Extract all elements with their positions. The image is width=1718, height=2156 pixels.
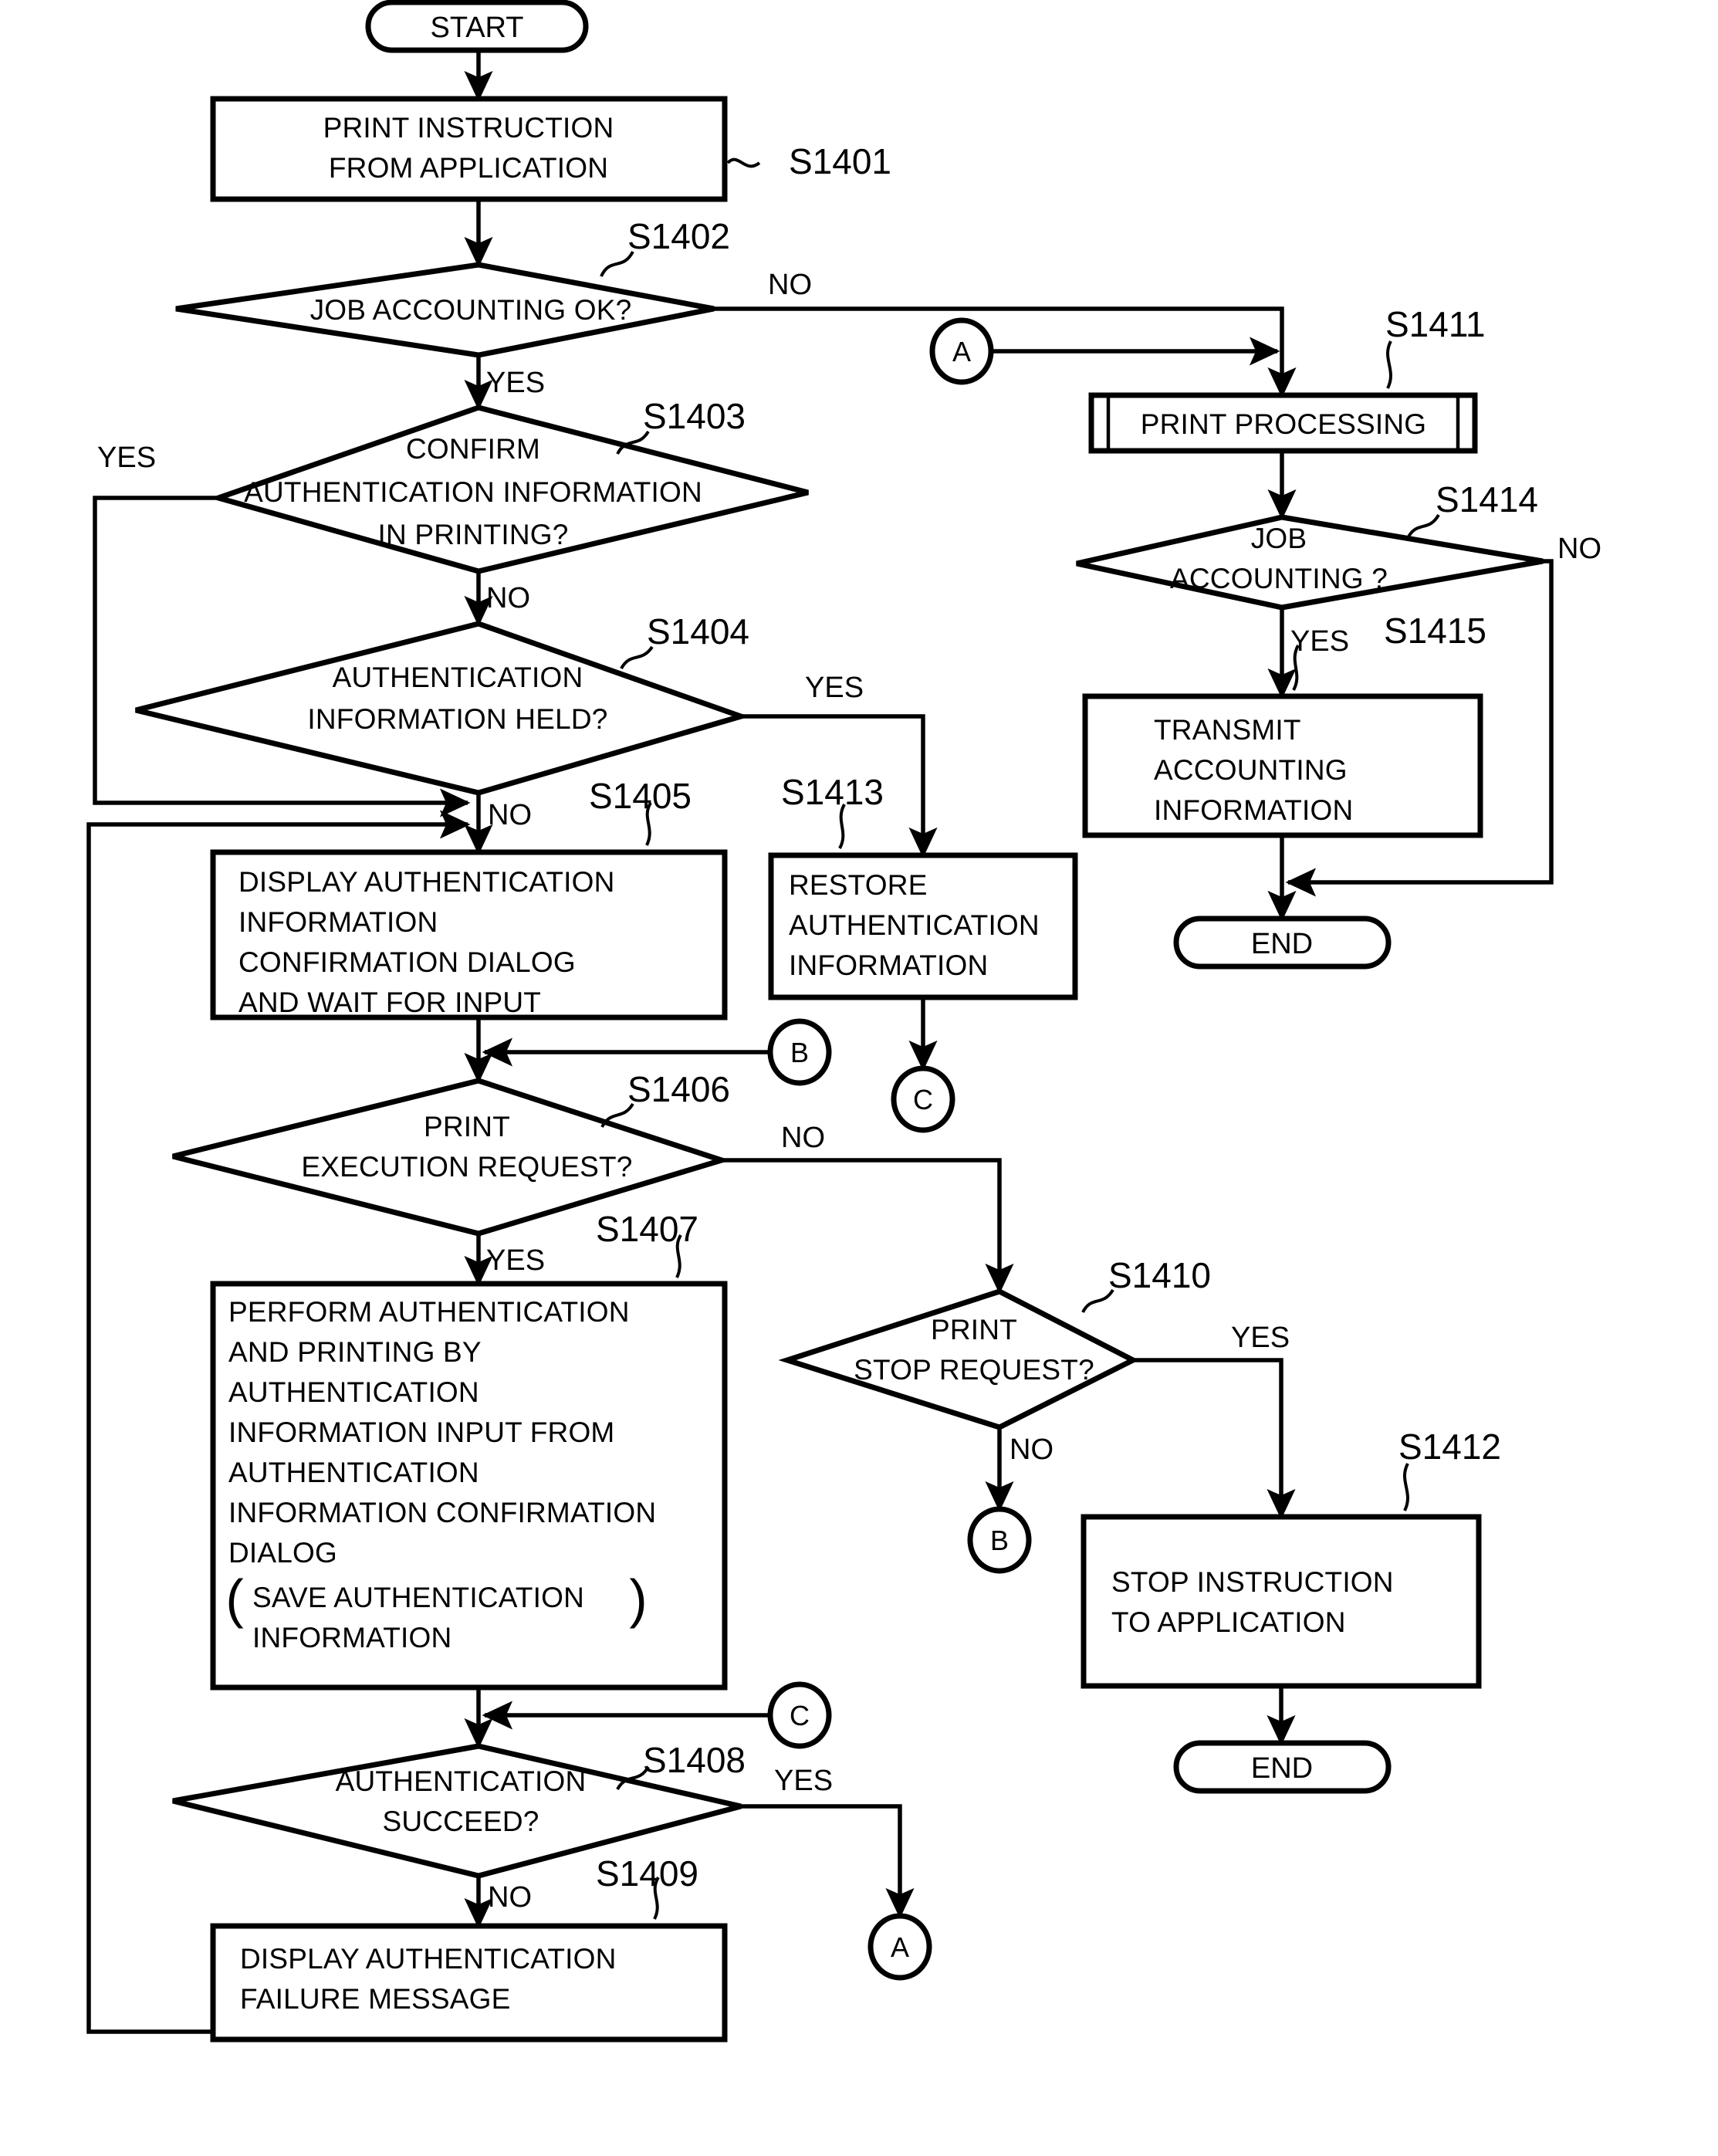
- branch-label-s1404-yes: YES: [805, 672, 864, 704]
- branch-label-s1403-no: NO: [486, 582, 530, 614]
- branch-label-s1402-no: NO: [768, 269, 812, 301]
- process-s1405-line2: INFORMATION: [238, 906, 438, 938]
- step-label-s1414: S1414: [1436, 479, 1538, 520]
- process-s1407-paren-close: ): [629, 1569, 647, 1629]
- step-label-s1406: S1406: [627, 1069, 730, 1109]
- step-label-s1410: S1410: [1108, 1255, 1211, 1295]
- process-s1407-paren-line2: INFORMATION: [252, 1622, 451, 1653]
- decision-s1410-line1: PRINT: [931, 1314, 1017, 1345]
- process-s1407-line7: DIALOG: [228, 1537, 337, 1569]
- decision-s1403-line1: CONFIRM: [406, 433, 540, 465]
- connector-label-b-mid: B: [790, 1037, 809, 1068]
- process-s1405-line4: AND WAIT FOR INPUT: [238, 987, 541, 1018]
- step-label-s1404: S1404: [647, 611, 749, 652]
- step-label-s1411: S1411: [1385, 304, 1486, 344]
- process-s1413-line1: RESTORE: [789, 869, 928, 901]
- step-label-s1402: S1402: [627, 216, 730, 256]
- leader-s1411: [1386, 340, 1392, 389]
- edge-s1410-yes-to-s1412: [1133, 1358, 1296, 1520]
- process-s1412-line1: STOP INSTRUCTION: [1111, 1566, 1394, 1598]
- step-label-s1409: S1409: [596, 1853, 698, 1894]
- process-s1401-line2: FROM APPLICATION: [329, 152, 608, 184]
- leader-s1414: [1406, 513, 1440, 540]
- process-s1407-paren-line1: SAVE AUTHENTICATION: [252, 1582, 584, 1613]
- branch-label-s1406-no: NO: [781, 1122, 825, 1154]
- decision-s1406-line2: EXECUTION REQUEST?: [301, 1151, 632, 1183]
- step-label-s1408: S1408: [643, 1740, 746, 1780]
- step-label-s1407: S1407: [596, 1209, 698, 1249]
- decision-s1403-line2: AUTHENTICATION INFORMATION: [244, 476, 702, 508]
- branch-label-s1402-yes: YES: [486, 367, 545, 399]
- connector-label-b-bottom: B: [990, 1525, 1009, 1556]
- flowchart-svg: START PRINT INSTRUCTION FROM APPLICATION…: [86, 0, 1601, 2043]
- leader-s1401: [726, 157, 761, 168]
- decision-s1402-line1: JOB ACCOUNTING OK?: [310, 294, 632, 326]
- decision-s1408-line2: SUCCEED?: [382, 1806, 539, 1837]
- process-s1412-line2: TO APPLICATION: [1111, 1606, 1346, 1638]
- decision-s1404-line2: INFORMATION HELD?: [307, 703, 607, 735]
- process-s1413-line2: AUTHENTICATION: [789, 909, 1040, 941]
- decision-s1406-line1: PRINT: [424, 1111, 510, 1142]
- branch-label-s1408-yes: YES: [774, 1765, 833, 1797]
- connector-label-c-mid: C: [913, 1084, 933, 1115]
- branch-label-s1404-no: NO: [488, 799, 532, 831]
- branch-label-s1410-no: NO: [1009, 1433, 1053, 1466]
- connector-label-a-bottom: A: [891, 1931, 909, 1963]
- process-s1407-line3: AUTHENTICATION: [228, 1376, 479, 1408]
- process-s1412: [1081, 1514, 1482, 1689]
- process-s1415-line1: TRANSMIT: [1154, 714, 1301, 746]
- process-s1413-line3: INFORMATION: [789, 949, 988, 981]
- process-s1407-line5: AUTHENTICATION: [228, 1457, 479, 1488]
- process-s1405-line3: CONFIRMATION DIALOG: [238, 946, 576, 978]
- edge-s1408-yes-to-connector-a-bottom: [741, 1804, 915, 1919]
- process-s1409-line1: DISPLAY AUTHENTICATION: [240, 1943, 617, 1975]
- decision-s1414-line2: ACCOUNTING ?: [1170, 563, 1388, 594]
- process-s1401-line1: PRINT INSTRUCTION: [323, 112, 614, 144]
- predefined-process-s1411-line1: PRINT PROCESSING: [1141, 408, 1427, 440]
- process-s1407-paren-open: (: [225, 1569, 243, 1629]
- leader-s1412: [1403, 1463, 1409, 1511]
- edge-s1406-no-to-s1410: [722, 1158, 1014, 1295]
- process-s1415-line3: INFORMATION: [1154, 794, 1353, 826]
- process-s1407-line6: INFORMATION CONFIRMATION: [228, 1497, 656, 1528]
- process-s1407-line2: AND PRINTING BY: [228, 1336, 482, 1368]
- connector-label-c-bottom: C: [790, 1700, 810, 1731]
- connector-label-a-top: A: [952, 336, 971, 367]
- flowchart-canvas: START PRINT INSTRUCTION FROM APPLICATION…: [0, 0, 1718, 2156]
- decision-s1403-line3: IN PRINTING?: [377, 519, 568, 550]
- terminator-end-bottom-label: END: [1251, 1752, 1313, 1785]
- branch-label-s1406-yes: YES: [486, 1244, 545, 1277]
- step-label-s1401: S1401: [789, 141, 891, 181]
- process-s1409-line2: FAILURE MESSAGE: [240, 1983, 511, 2015]
- step-label-s1413: S1413: [781, 772, 884, 812]
- decision-s1414-line1: JOB: [1251, 523, 1307, 554]
- process-s1415-line2: ACCOUNTING: [1154, 754, 1348, 786]
- branch-label-s1408-no: NO: [488, 1881, 532, 1914]
- terminator-start-label: START: [430, 12, 523, 44]
- terminator-end-right-label: END: [1251, 928, 1313, 960]
- decision-s1408-line1: AUTHENTICATION: [336, 1765, 587, 1797]
- process-s1407-line4: INFORMATION INPUT FROM: [228, 1416, 614, 1448]
- decision-s1404-line1: AUTHENTICATION: [333, 662, 583, 693]
- process-s1405-line1: DISPLAY AUTHENTICATION: [238, 866, 615, 898]
- step-label-s1412: S1412: [1398, 1427, 1501, 1467]
- step-label-s1403: S1403: [643, 396, 746, 436]
- branch-label-s1414-no: NO: [1557, 533, 1601, 565]
- process-s1407-line1: PERFORM AUTHENTICATION: [228, 1296, 630, 1328]
- decision-s1410-line2: STOP REQUEST?: [854, 1354, 1094, 1386]
- branch-label-s1403-yes: YES: [97, 442, 156, 474]
- step-label-s1405: S1405: [589, 776, 692, 816]
- text-layer: START PRINT INSTRUCTION FROM APPLICATION…: [97, 12, 1601, 2015]
- branch-label-s1410-yes: YES: [1231, 1322, 1290, 1354]
- step-label-s1415: S1415: [1384, 611, 1486, 651]
- branch-label-s1414-yes: YES: [1290, 625, 1349, 658]
